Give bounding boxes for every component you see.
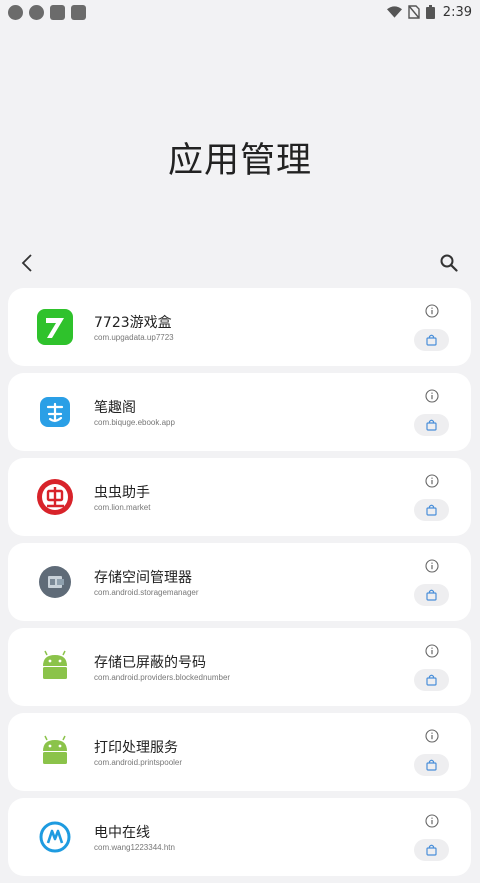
notification-icon	[71, 4, 86, 20]
list-item[interactable]: 虫虫助手 com.lion.market	[8, 458, 471, 536]
app-name: 虫虫助手	[94, 485, 150, 501]
app-list: 7723游戏盒 com.upgadata.up7723 笔趣阁 com.biqu…	[8, 288, 471, 883]
info-icon	[425, 474, 439, 488]
search-icon	[440, 254, 458, 272]
open-app-button[interactable]	[414, 754, 449, 776]
info-button[interactable]	[423, 472, 441, 490]
wifi-icon	[386, 5, 402, 18]
app-7723-icon	[37, 309, 73, 345]
notification-icon	[29, 4, 44, 20]
notification-icon	[8, 4, 23, 20]
shopping-bag-icon	[426, 589, 437, 601]
app-package: com.android.printspooler	[94, 758, 183, 767]
info-icon	[425, 389, 439, 403]
shopping-bag-icon	[426, 844, 437, 856]
back-button[interactable]	[14, 250, 40, 276]
list-item[interactable]: 电中在线 com.wang1223344.htn	[8, 798, 471, 876]
shopping-bag-icon	[426, 334, 437, 346]
info-icon	[425, 729, 439, 743]
app-dianzhong-icon	[37, 819, 73, 855]
page-title: 应用管理	[167, 141, 312, 181]
list-item[interactable]: 7723游戏盒 com.upgadata.up7723	[8, 288, 471, 366]
android-icon	[37, 734, 73, 770]
info-icon	[425, 644, 439, 658]
app-name: 7723游戏盒	[94, 315, 172, 331]
nav-bar	[0, 248, 480, 278]
info-button[interactable]	[423, 387, 441, 405]
open-app-button[interactable]	[414, 584, 449, 606]
shopping-bag-icon	[426, 759, 437, 771]
open-app-button[interactable]	[414, 499, 449, 521]
app-name: 笔趣阁	[94, 400, 136, 416]
shopping-bag-icon	[426, 504, 437, 516]
status-bar: 2:39	[0, 0, 480, 24]
shopping-bag-icon	[426, 419, 437, 431]
list-item[interactable]: 存储已屏蔽的号码 com.android.providers.blockednu…	[8, 628, 471, 706]
notification-icon	[50, 4, 65, 20]
search-button[interactable]	[436, 250, 462, 276]
battery-icon	[425, 5, 435, 19]
app-biquge-icon	[40, 397, 70, 427]
app-name: 存储空间管理器	[94, 570, 192, 586]
open-app-button[interactable]	[414, 669, 449, 691]
list-item[interactable]: 打印处理服务 com.android.printspooler	[8, 713, 471, 791]
app-package: com.upgadata.up7723	[94, 333, 174, 342]
app-package: com.wang1223344.htn	[94, 843, 175, 852]
list-item[interactable]: 笔趣阁 com.biquge.ebook.app	[8, 373, 471, 451]
app-name: 打印处理服务	[94, 740, 178, 756]
info-icon	[425, 559, 439, 573]
open-app-button[interactable]	[414, 329, 449, 351]
app-name: 电中在线	[94, 825, 150, 841]
open-app-button[interactable]	[414, 839, 449, 861]
info-button[interactable]	[423, 302, 441, 320]
notification-icons	[8, 4, 86, 20]
android-icon	[37, 649, 73, 685]
status-time: 2:39	[442, 4, 472, 20]
chevron-left-icon	[21, 254, 32, 272]
shopping-bag-icon	[426, 674, 437, 686]
storage-manager-icon	[39, 566, 71, 598]
info-icon	[425, 304, 439, 318]
app-package: com.android.providers.blockednumber	[94, 673, 231, 682]
info-button[interactable]	[423, 727, 441, 745]
app-package: com.lion.market	[94, 503, 151, 512]
app-name: 存储已屏蔽的号码	[94, 655, 206, 671]
app-package: com.android.storagemanager	[94, 588, 199, 597]
info-icon	[425, 814, 439, 828]
info-button[interactable]	[423, 812, 441, 830]
list-item[interactable]: 存储空间管理器 com.android.storagemanager	[8, 543, 471, 621]
info-button[interactable]	[423, 642, 441, 660]
open-app-button[interactable]	[414, 414, 449, 436]
info-button[interactable]	[423, 557, 441, 575]
app-chongchong-icon	[37, 479, 73, 515]
app-package: com.biquge.ebook.app	[94, 418, 175, 427]
no-sim-icon	[408, 5, 420, 19]
